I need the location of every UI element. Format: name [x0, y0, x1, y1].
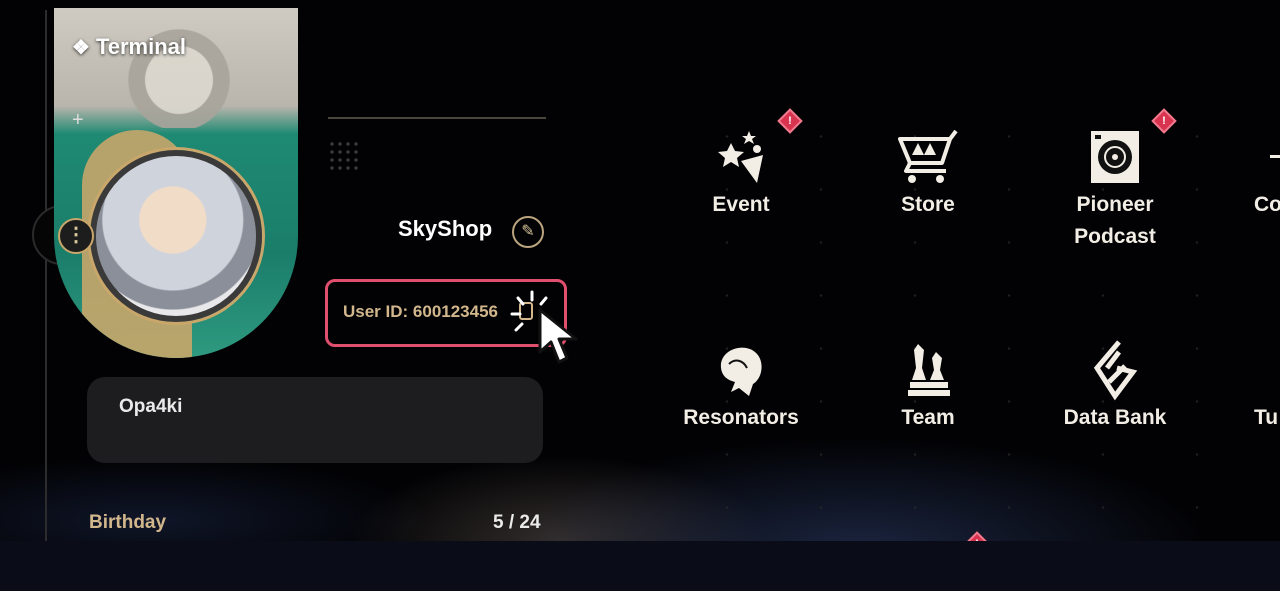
terminal-screen: ❖ Terminal + ⋮ SkyShop ✎ User ID: 6001234…	[0, 0, 1280, 541]
birthday-label: Birthday	[89, 512, 167, 533]
resonators-icon	[720, 347, 762, 396]
user-id-text[interactable]: User ID: 600123456	[343, 302, 498, 322]
store-cart-icon	[898, 129, 958, 183]
avatar[interactable]	[90, 150, 262, 322]
menu-partial-2[interactable]: Tu	[1208, 338, 1280, 434]
menu-store-label: Store	[901, 193, 955, 216]
menu-pioneer-label: Pioneer	[1076, 193, 1154, 216]
menu-store[interactable]: Store	[838, 125, 1018, 221]
username: SkyShop	[398, 216, 493, 241]
menu-partial-2-label: Tu	[1254, 406, 1279, 429]
menu-team[interactable]: Team	[838, 338, 1018, 434]
diamond-cluster-icon: ❖	[72, 37, 90, 59]
profile-card: ❖ Terminal	[54, 8, 298, 358]
signature-text: Opa4ki	[119, 396, 183, 417]
podcast-icon	[1091, 131, 1139, 183]
menu-resonators-label: Resonators	[683, 406, 799, 429]
menu-data-bank-label: Data Bank	[1063, 406, 1167, 429]
left-rail	[45, 10, 47, 541]
menu-podcast-label: Podcast	[1074, 225, 1156, 248]
signature-field[interactable]	[87, 377, 543, 463]
event-icon	[718, 131, 763, 183]
card-wing-art	[94, 8, 264, 128]
team-icon	[908, 344, 950, 396]
partial-icon	[1208, 338, 1280, 402]
card-title: ❖ Terminal	[72, 34, 186, 59]
mouse-cursor-icon	[538, 308, 578, 364]
data-bank-icon	[1093, 340, 1138, 401]
birthday-value: 5 / 24	[493, 512, 541, 533]
bottom-bar	[0, 541, 1280, 591]
divider	[328, 117, 546, 119]
menu-event-label: Event	[712, 193, 770, 216]
partial-icon	[1270, 155, 1280, 158]
edit-name-button[interactable]: ✎	[512, 216, 544, 248]
menu-team-label: Team	[901, 406, 955, 429]
crosshair-icon: +	[72, 109, 84, 131]
menu-partial-1[interactable]: Co	[1208, 125, 1280, 221]
menu-event[interactable]: Event	[651, 125, 831, 221]
more-options-button[interactable]: ⋮	[58, 218, 94, 254]
menu-partial-1-label: Co	[1254, 193, 1280, 216]
menu-pioneer-podcast[interactable]: Pioneer Podcast	[1025, 125, 1205, 253]
dot-grid-decoration	[328, 140, 360, 172]
pencil-icon: ✎	[521, 223, 535, 240]
menu-resonators[interactable]: Resonators	[651, 338, 831, 434]
menu-data-bank[interactable]: Data Bank	[1025, 338, 1205, 434]
